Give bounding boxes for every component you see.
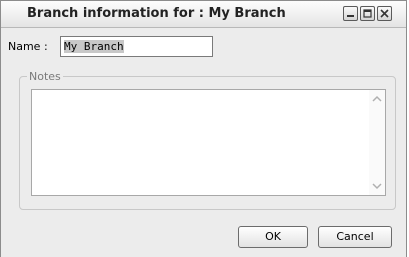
branch-info-dialog: Branch information for : My Branch Name …: [0, 0, 407, 257]
scroll-up-arrow-icon[interactable]: [371, 93, 383, 105]
minimize-icon: [347, 15, 354, 17]
maximize-icon: [363, 9, 372, 18]
notes-scrollbar[interactable]: [369, 90, 385, 195]
scroll-down-arrow-icon[interactable]: [371, 180, 383, 192]
name-input-value: My Branch: [64, 40, 124, 53]
notes-legend: Notes: [29, 70, 61, 83]
minimize-button[interactable]: [343, 6, 358, 21]
notes-textarea[interactable]: [31, 89, 386, 196]
close-button[interactable]: [377, 6, 392, 21]
maximize-button[interactable]: [360, 6, 375, 21]
name-input[interactable]: My Branch: [60, 36, 213, 57]
title-bar[interactable]: Branch information for : My Branch: [1, 1, 406, 28]
close-icon: [380, 9, 389, 18]
dialog-title: Branch information for : My Branch: [27, 6, 286, 21]
ok-button[interactable]: OK: [238, 226, 308, 248]
name-label: Name :: [8, 40, 48, 53]
cancel-button[interactable]: Cancel: [318, 226, 392, 248]
